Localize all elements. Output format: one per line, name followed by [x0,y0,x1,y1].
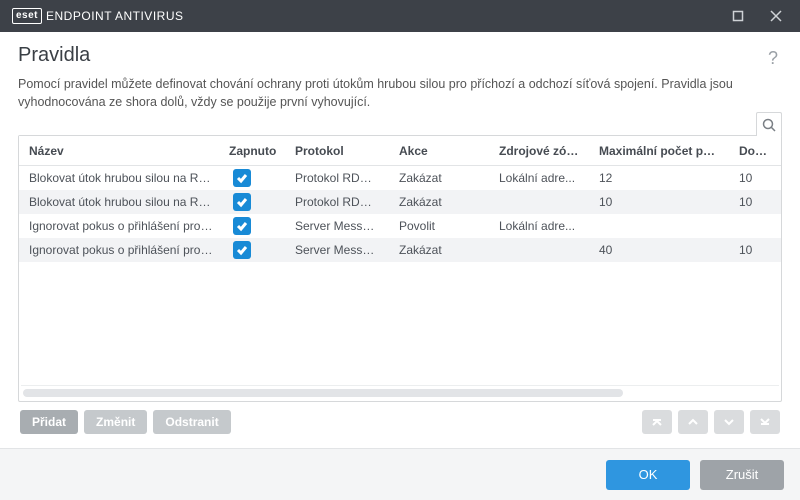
window-buttons [722,4,792,28]
cell-retention: 10 [729,167,781,189]
cancel-button[interactable]: Zrušit [700,460,784,490]
table-row[interactable]: Ignorovat pokus o přihlášení prostř... Se… [19,238,781,262]
enabled-checkbox[interactable] [233,169,251,187]
cell-protocol: Server Messa... [285,215,389,237]
chevron-up-icon [687,416,699,428]
brand: eset ENDPOINT ANTIVIRUS [12,8,183,24]
table-row[interactable]: Blokovat útok hrubou silou na RDP... Prot… [19,166,781,190]
enabled-checkbox[interactable] [233,241,251,259]
cell-max-attempts: 10 [589,191,729,213]
table-body: Blokovat útok hrubou silou na RDP... Prot… [19,166,781,385]
titlebar: eset ENDPOINT ANTIVIRUS [0,0,800,32]
close-icon [770,10,782,22]
cell-retention: 10 [729,239,781,261]
col-max-attempts[interactable]: Maximální počet pokusů [589,136,729,165]
cell-protocol: Protokol RDP ... [285,167,389,189]
delete-button[interactable]: Odstranit [153,410,230,434]
page-title: Pravidla [18,44,764,67]
cell-enabled [225,189,285,215]
move-down-button[interactable] [714,410,744,434]
check-icon [236,172,248,184]
rules-panel: Název Zapnuto Protokol Akce Zdrojové zón… [18,135,782,402]
cell-action: Zakázat [389,191,489,213]
col-name[interactable]: Název [19,136,225,165]
cell-max-attempts: 40 [589,239,729,261]
cell-source-zones: Lokální adre... [489,167,589,189]
close-button[interactable] [760,4,792,28]
move-up-button[interactable] [678,410,708,434]
ok-button[interactable]: OK [606,460,690,490]
panel-toolbar: Přidat Změnit Odstranit [18,402,782,434]
table-row[interactable]: Blokovat útok hrubou silou na RDP... Prot… [19,190,781,214]
brand-product: ENDPOINT ANTIVIRUS [46,9,183,23]
cell-source-zones [489,198,589,206]
dialog-footer: OK Zrušit [0,448,800,500]
col-action[interactable]: Akce [389,136,489,165]
cell-max-attempts [589,222,729,230]
edit-button[interactable]: Změnit [84,410,147,434]
check-icon [236,196,248,208]
scrollbar-thumb[interactable] [23,389,623,397]
cell-protocol: Server Messa... [285,239,389,261]
cell-retention [729,222,781,230]
move-top-button[interactable] [642,410,672,434]
cell-action: Zakázat [389,239,489,261]
add-button[interactable]: Přidat [20,410,78,434]
cell-source-zones: Lokální adre... [489,215,589,237]
col-retention[interactable]: Doba uchováv... [729,136,781,165]
table-header: Název Zapnuto Protokol Akce Zdrojové zón… [19,136,781,166]
chevron-bottom-icon [759,416,771,428]
chevron-top-icon [651,416,663,428]
cell-protocol: Protokol RDP ... [285,191,389,213]
cell-name: Ignorovat pokus o přihlášení prostř... [19,239,225,261]
heading-row: Pravidla ? [18,42,782,75]
enabled-checkbox[interactable] [233,193,251,211]
cell-max-attempts: 12 [589,167,729,189]
help-icon[interactable]: ? [764,44,782,73]
content: Pravidla ? Pomocí pravidel můžete defino… [0,32,800,448]
col-source-zones[interactable]: Zdrojové zóny [489,136,589,165]
col-enabled[interactable]: Zapnuto [225,136,285,165]
page-description: Pomocí pravidel můžete definovat chování… [18,75,782,111]
cell-name: Blokovat útok hrubou silou na RDP... [19,191,225,213]
cell-enabled [225,237,285,263]
cell-name: Blokovat útok hrubou silou na RDP... [19,167,225,189]
col-protocol[interactable]: Protokol [285,136,389,165]
brand-logo: eset [12,8,42,24]
search-icon [762,118,776,132]
move-bottom-button[interactable] [750,410,780,434]
chevron-down-icon [723,416,735,428]
cell-retention: 10 [729,191,781,213]
minimize-button[interactable] [722,4,754,28]
cell-action: Zakázat [389,167,489,189]
cell-source-zones [489,246,589,254]
table-row[interactable]: Ignorovat pokus o přihlášení prostř... Se… [19,214,781,238]
cell-name: Ignorovat pokus o přihlášení prostř... [19,215,225,237]
horizontal-scrollbar[interactable] [21,385,779,399]
cell-enabled [225,166,285,191]
square-icon [732,10,744,22]
cell-enabled [225,213,285,239]
check-icon [236,220,248,232]
check-icon [236,244,248,256]
search-button[interactable] [756,112,782,136]
cell-action: Povolit [389,215,489,237]
enabled-checkbox[interactable] [233,217,251,235]
